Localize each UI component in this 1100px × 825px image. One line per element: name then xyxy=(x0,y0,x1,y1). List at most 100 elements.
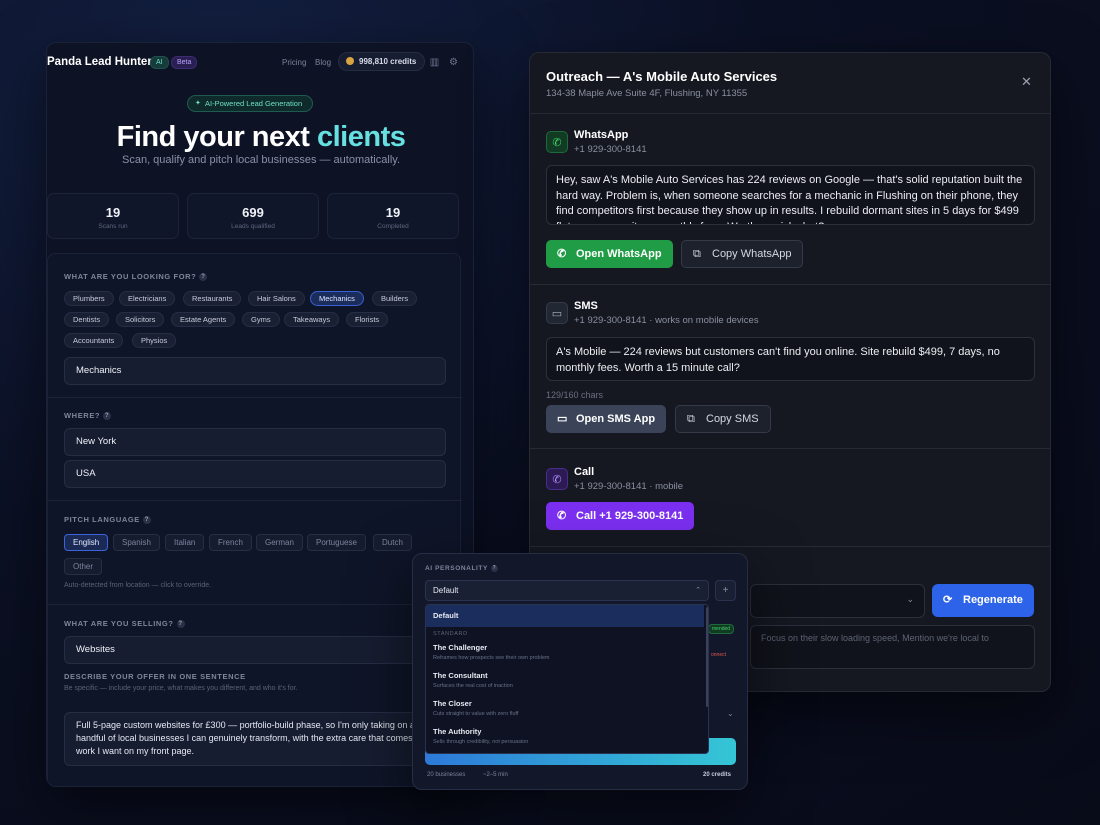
personality-select[interactable]: Default ⌃ xyxy=(425,580,709,601)
divider xyxy=(530,546,1050,547)
call-channel-name: Call xyxy=(574,466,595,478)
phone-icon: ✆ xyxy=(546,468,568,490)
beta-badge: Beta xyxy=(171,56,198,69)
offer-label: DESCRIBE YOUR OFFER IN ONE SENTENCE xyxy=(64,672,246,681)
offer-hint: Be specific — include your price, what m… xyxy=(64,685,298,692)
app-name[interactable]: Panda Lead Hunter xyxy=(47,56,152,68)
title-accent: clients xyxy=(316,121,406,153)
selling-input[interactable]: Websites xyxy=(64,636,446,664)
language-hint: Auto-detected from location — click to o… xyxy=(64,582,212,589)
selling-label: WHAT ARE YOU SELLING?? xyxy=(64,619,185,628)
option-group-label: STANDARD xyxy=(433,631,468,637)
lang-portuguese[interactable]: Portuguese xyxy=(307,534,366,551)
phone-icon: ✆ xyxy=(557,510,567,522)
copy-sms-label: Copy SMS xyxy=(706,413,759,425)
call-button[interactable]: ✆ Call +1 929-300-8141 xyxy=(546,502,695,530)
lang-italian[interactable]: Italian xyxy=(165,534,205,551)
tag-dentists[interactable]: Dentists xyxy=(64,312,110,327)
page-title: Find your next clients xyxy=(47,121,473,154)
tag-builders[interactable]: Builders xyxy=(372,291,418,306)
close-icon[interactable]: ✕ xyxy=(1021,75,1032,88)
personality-option-authority[interactable]: The Authority Sells through credibility,… xyxy=(426,727,704,745)
option-title: The Consultant xyxy=(433,671,488,680)
dropdown-scrollbar[interactable] xyxy=(706,607,708,707)
call-button-label: Call +1 929-300-8141 xyxy=(576,510,684,522)
personality-option-default[interactable]: Default xyxy=(426,605,704,627)
stat-label: Leads qualified xyxy=(231,223,275,230)
stat-value: 19 xyxy=(385,205,401,220)
option-title: The Challenger xyxy=(433,643,488,652)
credits-value: 998,810 credits xyxy=(359,57,417,66)
help-icon[interactable]: ? xyxy=(490,565,498,572)
chevron-up-icon: ⌃ xyxy=(695,587,701,594)
add-personality-button[interactable]: + xyxy=(715,580,736,601)
personality-option-closer[interactable]: The Closer Cuts straight to value with z… xyxy=(426,699,704,717)
nav-pricing-link[interactable]: Pricing xyxy=(282,58,306,67)
tag-gyms[interactable]: Gyms xyxy=(242,312,280,327)
help-icon[interactable]: ? xyxy=(142,516,151,524)
divider xyxy=(48,500,462,501)
personality-select-collapsed[interactable]: ⌄ xyxy=(750,584,925,618)
search-form-panel: WHAT ARE YOU LOOKING FOR?? Plumbers Elec… xyxy=(47,253,462,786)
lang-spanish[interactable]: Spanish xyxy=(113,534,160,551)
modal-title: Outreach — A's Mobile Auto Services xyxy=(546,69,778,84)
country-input[interactable]: USA xyxy=(64,460,446,488)
gear-icon[interactable]: ⚙ xyxy=(448,57,459,68)
offer-textarea[interactable]: Full 5-page custom websites for £300 — p… xyxy=(64,712,446,766)
whatsapp-message-textarea[interactable]: Hey, saw A's Mobile Auto Services has 22… xyxy=(546,165,1035,225)
help-icon[interactable]: ? xyxy=(199,273,208,281)
tag-physios[interactable]: Physios xyxy=(132,333,177,348)
open-sms-button[interactable]: ▭ Open SMS App xyxy=(546,405,667,433)
regenerate-button[interactable]: ⟳ Regenerate xyxy=(932,584,1034,617)
top-bar: Panda Lead Hunter AI Beta Pricing Blog 9… xyxy=(47,43,473,81)
lang-other[interactable]: Other xyxy=(64,558,103,575)
lead-hunter-window: Panda Lead Hunter AI Beta Pricing Blog 9… xyxy=(46,42,474,787)
side-badge: mended xyxy=(708,624,735,634)
tag-solicitors[interactable]: Solicitors xyxy=(116,312,165,327)
copy-icon: ⧉ xyxy=(687,413,695,425)
chart-icon[interactable]: ▥ xyxy=(429,57,440,68)
hero-pill-label: AI-Powered Lead Generation xyxy=(205,99,303,108)
tag-hair-salons[interactable]: Hair Salons xyxy=(248,291,305,306)
divider xyxy=(48,397,462,398)
help-icon[interactable]: ? xyxy=(103,412,112,420)
personality-panel: AI PERSONALITY? Default ⌃ + mended onnec… xyxy=(412,553,748,790)
tag-florists[interactable]: Florists xyxy=(346,312,389,327)
tag-restaurants[interactable]: Restaurants xyxy=(183,291,242,306)
title-prefix: Find your next xyxy=(116,121,317,153)
whatsapp-icon: ✆ xyxy=(546,131,568,153)
lang-german[interactable]: German xyxy=(256,534,303,551)
stat-label: Completed xyxy=(377,223,409,230)
whatsapp-channel-name: WhatsApp xyxy=(574,129,629,141)
tag-takeaways[interactable]: Takeaways xyxy=(284,312,340,327)
copy-whatsapp-label: Copy WhatsApp xyxy=(712,248,792,260)
business-type-input[interactable]: Mechanics xyxy=(64,357,446,385)
copy-sms-button[interactable]: ⧉ Copy SMS xyxy=(675,405,771,433)
copy-whatsapp-button[interactable]: ⧉ Copy WhatsApp xyxy=(681,240,804,268)
ai-badge: AI xyxy=(150,56,169,69)
personality-option-consultant[interactable]: The Consultant Surfaces the real cost of… xyxy=(426,671,704,689)
help-icon[interactable]: ? xyxy=(176,620,185,628)
personality-label: AI PERSONALITY? xyxy=(425,565,498,572)
divider xyxy=(530,284,1050,285)
sms-message-textarea[interactable]: A's Mobile — 224 reviews but customers c… xyxy=(546,337,1035,381)
city-input[interactable]: New York xyxy=(64,428,446,456)
divider xyxy=(48,604,462,605)
nav-blog-link[interactable]: Blog xyxy=(315,58,331,67)
tag-plumbers[interactable]: Plumbers xyxy=(64,291,114,306)
option-desc: Reframes how prospects see their own pro… xyxy=(433,655,550,661)
tag-electricians[interactable]: Electricians xyxy=(119,291,176,306)
credits-badge[interactable]: 998,810 credits xyxy=(338,52,426,71)
tag-mechanics[interactable]: Mechanics xyxy=(310,291,364,306)
stat-leads: 699 Leads qualified xyxy=(187,193,319,239)
lang-french[interactable]: French xyxy=(209,534,252,551)
tag-accountants[interactable]: Accountants xyxy=(64,333,124,348)
option-title: The Closer xyxy=(433,699,472,708)
open-whatsapp-button[interactable]: ✆ Open WhatsApp xyxy=(546,240,673,268)
lang-dutch[interactable]: Dutch xyxy=(373,534,412,551)
notes-textarea[interactable]: Focus on their slow loading speed, Menti… xyxy=(750,625,1035,669)
tag-estate-agents[interactable]: Estate Agents xyxy=(171,312,236,327)
personality-option-challenger[interactable]: The Challenger Reframes how prospects se… xyxy=(426,643,704,661)
lang-english[interactable]: English xyxy=(64,534,109,551)
sms-phone: +1 929-300-8141 · works on mobile device… xyxy=(574,315,759,326)
